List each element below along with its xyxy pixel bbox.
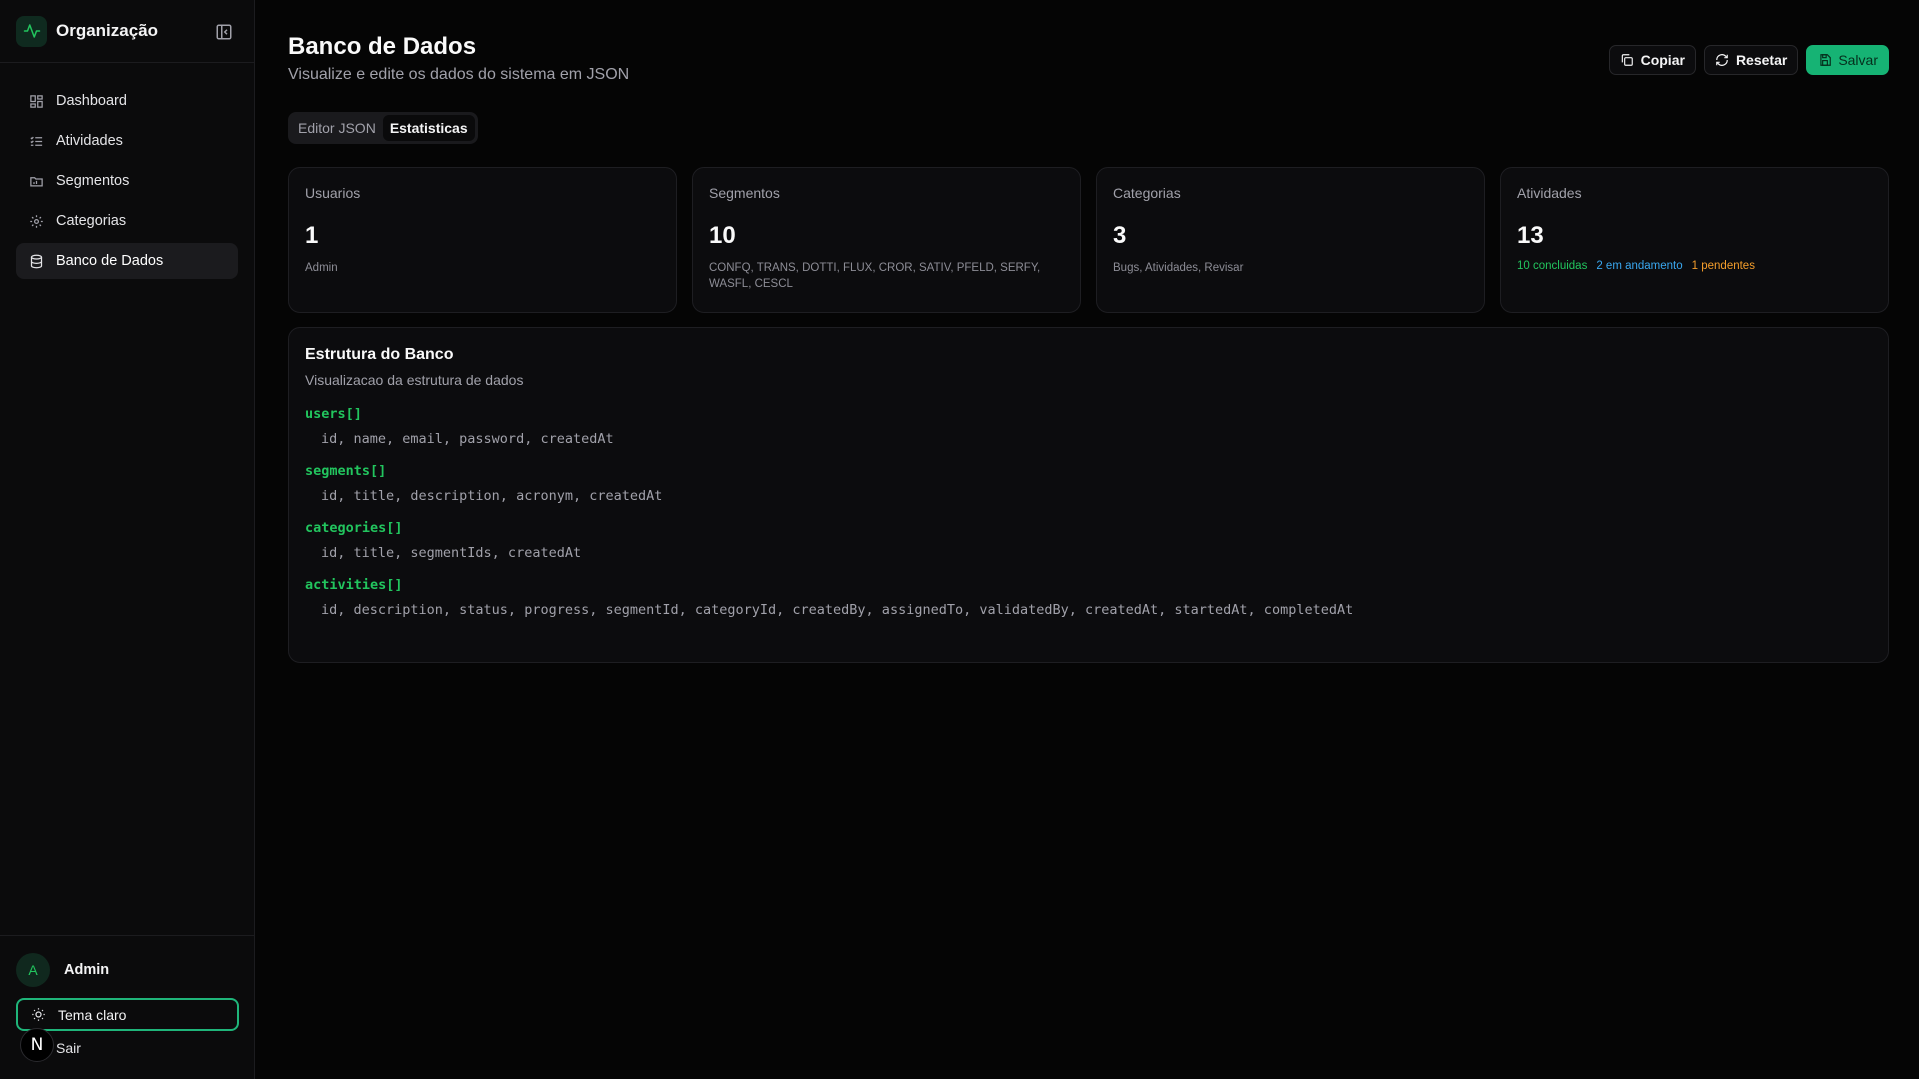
reset-label: Resetar (1735, 52, 1788, 68)
entity-name: categories[] (305, 520, 403, 536)
stat-label: Segmentos (709, 185, 780, 201)
sidebar-item-label: Banco de Dados (56, 253, 164, 269)
database-icon (28, 253, 44, 269)
entity-users: users[] id, name, email, password, creat… (305, 406, 1872, 447)
stat-detail: CONFQ, TRANS, DOTTI, FLUX, CROR, SATIV, … (709, 262, 1041, 290)
gear-icon (28, 213, 44, 229)
n-badge-icon[interactable]: N (20, 1028, 54, 1062)
stat-card-users: Usuarios 1 Admin (288, 167, 677, 313)
logout-label: Sair (56, 1040, 81, 1056)
stat-card-activities: Atividades 13 10 concluidas 2 em andamen… (1500, 167, 1889, 313)
stat-detail: Bugs, Atividades, Revisar (1113, 262, 1244, 274)
status-pending: 1 pendentes (1691, 260, 1755, 272)
sidebar-item-label: Segmentos (56, 173, 130, 189)
sidebar-footer: A Admin Tema claro N Sair (0, 935, 255, 1079)
copy-button[interactable]: Copiar (1608, 45, 1696, 75)
theme-toggle-button[interactable]: Tema claro (16, 998, 239, 1031)
save-button[interactable]: Salvar (1806, 45, 1889, 75)
sidebar-nav: Dashboard Atividades Segmentos Categoria… (0, 63, 254, 279)
entity-name: activities[] (305, 577, 403, 593)
reset-button[interactable]: Resetar (1703, 45, 1799, 75)
org-name: Organização (56, 21, 159, 40)
user-row: A Admin (16, 952, 239, 988)
refresh-icon (1715, 53, 1730, 68)
sidebar-item-categorias[interactable]: Categorias (16, 203, 238, 239)
stat-label: Categorias (1113, 185, 1181, 201)
sidebar-item-dashboard[interactable]: Dashboard (16, 83, 238, 119)
sidebar-item-atividades[interactable]: Atividades (16, 123, 238, 159)
user-name: Admin (64, 962, 110, 978)
stat-value: 1 (305, 222, 319, 249)
theme-toggle-label: Tema claro (58, 1006, 127, 1023)
header-actions: Copiar Resetar Salvar (1608, 45, 1889, 75)
list-icon (28, 133, 44, 149)
entity-fields: id, description, status, progress, segme… (321, 602, 1354, 618)
stat-value: 13 (1517, 222, 1544, 249)
collapse-sidebar-icon[interactable] (214, 22, 234, 42)
stat-value: 3 (1113, 222, 1127, 249)
folder-icon (28, 173, 44, 189)
copy-icon (1620, 53, 1635, 68)
entity-name: segments[] (305, 463, 387, 479)
stat-card-categories: Categorias 3 Bugs, Atividades, Revisar (1096, 167, 1485, 313)
entity-fields: id, name, email, password, createdAt (321, 431, 614, 447)
save-label: Salvar (1838, 52, 1878, 68)
activity-logo-icon (16, 15, 47, 47)
page-title: Banco de Dados (288, 33, 477, 60)
dashboard-icon (28, 93, 44, 109)
sidebar-header: Organização (0, 0, 254, 63)
tab-estatisticas[interactable]: Estatisticas (382, 115, 475, 141)
sidebar-item-label: Dashboard (56, 93, 127, 109)
tab-editor-json[interactable]: Editor JSON (291, 115, 383, 141)
view-tabs: Editor JSON Estatisticas (288, 112, 478, 144)
entity-name: users[] (305, 406, 362, 422)
stat-value: 10 (709, 222, 736, 249)
entity-categories: categories[] id, title, segmentIds, crea… (305, 520, 1872, 561)
entity-fields: id, title, description, acronym, created… (321, 488, 663, 504)
stat-label: Usuarios (305, 185, 361, 201)
sun-icon (30, 1007, 46, 1023)
structure-subtitle: Visualizacao da estrutura de dados (305, 372, 524, 388)
stat-detail: Admin (305, 262, 338, 274)
sidebar: Organização Dashboard Atividades Segment… (0, 0, 255, 1079)
sidebar-item-segmentos[interactable]: Segmentos (16, 163, 238, 199)
sidebar-item-banco-de-dados[interactable]: Banco de Dados (16, 243, 238, 279)
avatar: A (16, 953, 50, 987)
stats-cards: Usuarios 1 Admin Segmentos 10 CONFQ, TRA… (288, 167, 1889, 313)
structure-title: Estrutura do Banco (305, 346, 454, 363)
activity-status-row: 10 concluidas 2 em andamento 1 pendentes (1517, 260, 1872, 272)
status-done: 10 concluidas (1517, 260, 1588, 272)
logout-button[interactable]: N Sair (16, 1028, 239, 1062)
entity-segments: segments[] id, title, description, acron… (305, 463, 1872, 504)
status-in-progress: 2 em andamento (1596, 260, 1683, 272)
database-structure-panel: Estrutura do Banco Visualizacao da estru… (288, 327, 1889, 663)
save-icon (1817, 53, 1832, 68)
entity-fields: id, title, segmentIds, createdAt (321, 545, 582, 561)
copy-label: Copiar (1640, 52, 1685, 68)
page-subtitle: Visualize e edite os dados do sistema em… (288, 66, 630, 83)
sidebar-item-label: Atividades (56, 133, 123, 149)
stat-label: Atividades (1517, 185, 1582, 201)
stat-card-segments: Segmentos 10 CONFQ, TRANS, DOTTI, FLUX, … (692, 167, 1081, 313)
sidebar-item-label: Categorias (56, 213, 127, 229)
entity-activities: activities[] id, description, status, pr… (305, 577, 1872, 618)
